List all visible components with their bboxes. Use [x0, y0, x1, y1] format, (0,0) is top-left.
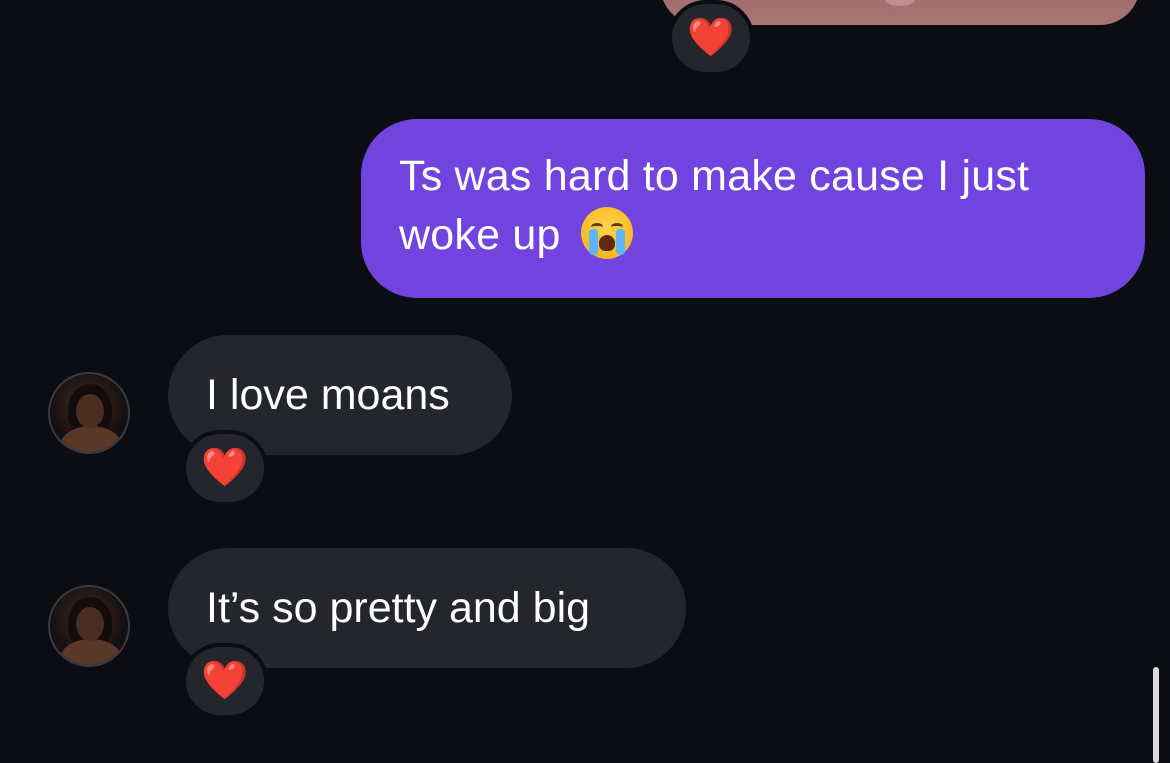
heart-reaction-icon: ❤️ — [687, 17, 735, 59]
message-text-line-1: Ts was hard to make cause I just — [399, 152, 1030, 200]
message-text-line-2: woke up — [399, 211, 561, 259]
reaction-badge[interactable]: ❤️ — [182, 643, 268, 719]
contact-avatar[interactable] — [48, 585, 130, 667]
scrollbar[interactable] — [1153, 667, 1159, 763]
heart-reaction-icon: ❤️ — [201, 447, 249, 489]
loudly-crying-face-icon — [580, 207, 633, 259]
sent-message-bubble[interactable]: Ts was hard to make cause I just woke up — [361, 119, 1145, 298]
image-detail — [885, 0, 915, 6]
message-text: I love moans — [206, 371, 450, 419]
heart-reaction-icon: ❤️ — [201, 660, 249, 702]
message-text: It’s so pretty and big — [206, 584, 591, 632]
contact-avatar[interactable] — [48, 372, 130, 454]
chat-thread: ❤️ Ts was hard to make cause I just woke… — [0, 0, 1170, 763]
reaction-badge[interactable]: ❤️ — [182, 430, 268, 506]
reaction-badge[interactable]: ❤️ — [668, 0, 754, 76]
